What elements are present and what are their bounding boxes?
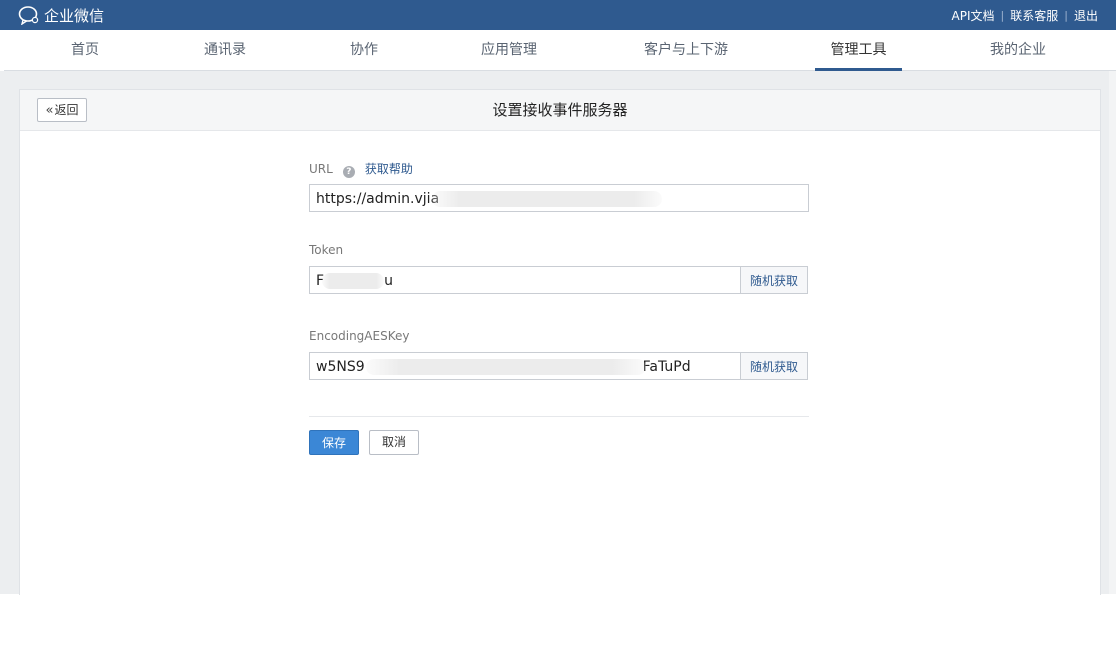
token-random-button[interactable]: 随机获取	[740, 266, 808, 294]
contact-support-link[interactable]: 联系客服	[1010, 7, 1058, 24]
url-label: URL	[309, 162, 333, 176]
page-title: 设置接收事件服务器	[492, 101, 628, 119]
nav-contacts[interactable]: 通讯录	[200, 30, 250, 70]
main-nav: 首页 通讯录 协作 应用管理 客户与上下游 管理工具 我的企业	[4, 30, 1116, 71]
settings-panel: « 返回 设置接收事件服务器 URL? 获取帮助 https://admin.vj…	[19, 89, 1101, 595]
top-bar: 企业微信 API文档 | 联系客服 | 退出	[0, 0, 1116, 30]
aeskey-value-start: w5NS9	[316, 359, 365, 375]
brand-logo[interactable]: 企业微信	[18, 5, 104, 25]
get-help-link[interactable]: 获取帮助	[365, 162, 413, 176]
wecom-logo-icon	[18, 6, 39, 25]
nav-customers[interactable]: 客户与上下游	[638, 30, 734, 70]
url-input[interactable]: https://admin.vjia	[309, 184, 809, 212]
aeskey-input[interactable]: w5NS9 FaTuPd	[309, 352, 741, 380]
panel-header: « 返回 设置接收事件服务器	[20, 90, 1100, 131]
redaction-blur	[432, 191, 662, 207]
url-label-row: URL? 获取帮助	[309, 160, 413, 178]
api-docs-link[interactable]: API文档	[952, 7, 995, 24]
token-input[interactable]: Fu	[309, 266, 741, 294]
token-label: Token	[309, 243, 344, 257]
question-icon[interactable]: ?	[342, 166, 355, 178]
redaction-blur	[322, 273, 384, 289]
form-divider	[309, 416, 809, 417]
nav-admin-tools[interactable]: 管理工具	[815, 30, 902, 71]
nav-my-enterprise[interactable]: 我的企业	[983, 30, 1053, 70]
save-button[interactable]: 保存	[309, 430, 359, 455]
aeskey-label: EncodingAESKey	[309, 329, 410, 343]
cancel-button[interactable]: 取消	[369, 430, 419, 455]
nav-app-management[interactable]: 应用管理	[476, 30, 542, 70]
nav-home[interactable]: 首页	[63, 30, 107, 70]
redaction-blur	[366, 359, 646, 375]
nav-collaboration[interactable]: 协作	[342, 30, 386, 70]
brand-name: 企业微信	[44, 6, 105, 25]
top-link-separator: |	[1000, 8, 1005, 22]
token-value-end: u	[384, 273, 393, 289]
aeskey-value-end: FaTuPd	[642, 359, 691, 375]
top-links: API文档 | 联系客服 | 退出	[952, 0, 1098, 30]
aeskey-random-button[interactable]: 随机获取	[740, 352, 808, 380]
logout-link[interactable]: 退出	[1074, 7, 1098, 24]
vertical-scrollbar[interactable]	[1109, 71, 1116, 594]
top-link-separator: |	[1064, 8, 1068, 22]
url-value: https://admin.vjia	[316, 191, 440, 207]
